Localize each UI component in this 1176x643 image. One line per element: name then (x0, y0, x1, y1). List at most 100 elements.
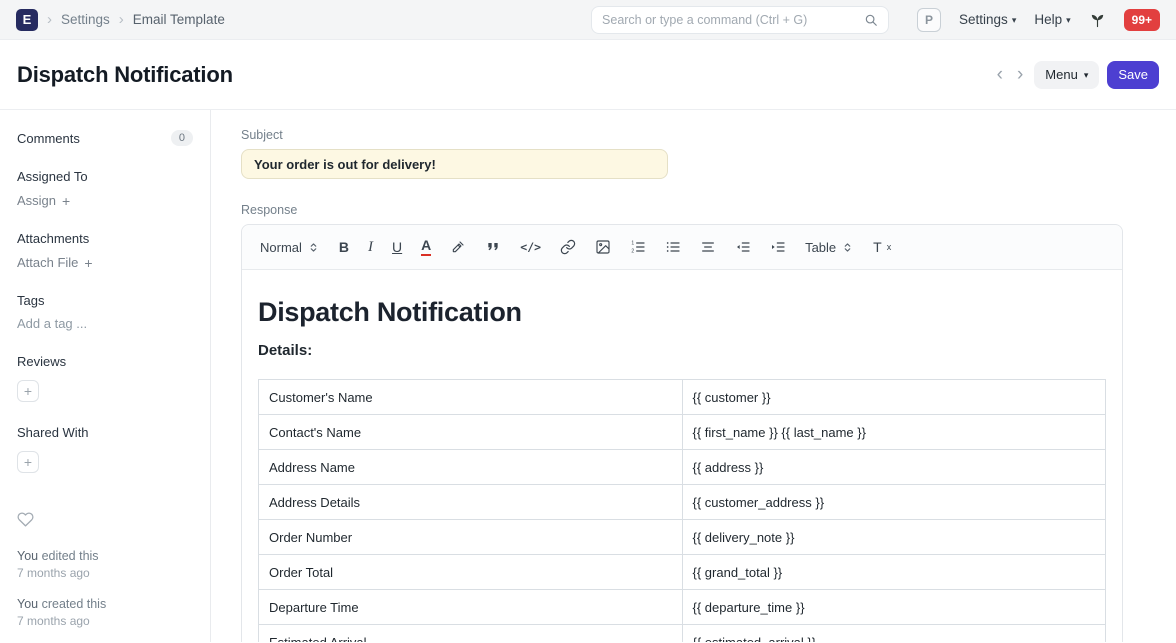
table-menu-label: Table (805, 240, 836, 255)
attachments-label: Attachments (17, 231, 193, 246)
code-button[interactable]: </> (520, 240, 541, 254)
like-button[interactable] (17, 511, 35, 528)
chevron-right-icon: › (47, 11, 52, 28)
field-cell[interactable]: Order Total (259, 555, 683, 590)
search-input[interactable] (602, 13, 856, 27)
field-cell[interactable]: Estimated Arrival (259, 625, 683, 643)
settings-menu-label: Settings (959, 12, 1008, 27)
clear-format-button[interactable]: Tx (873, 239, 891, 255)
svg-text:2: 2 (631, 249, 634, 255)
field-cell[interactable]: Address Name (259, 450, 683, 485)
image-button[interactable] (595, 239, 611, 255)
settings-menu[interactable]: Settings ▾ (959, 12, 1016, 27)
activity-log: You edited this 7 months ago You created… (17, 548, 193, 629)
page-header: Dispatch Notification ‹ › Menu ▾ Save (0, 40, 1176, 110)
subject-input[interactable] (241, 149, 668, 179)
paragraph-style-value: Normal (260, 240, 302, 255)
value-cell[interactable]: {{ delivery_note }} (682, 520, 1106, 555)
subject-label: Subject (241, 128, 1124, 142)
blockquote-button[interactable] (485, 239, 501, 255)
add-tag-input[interactable]: Add a tag ... (17, 316, 193, 331)
editor-toolbar: Normal B I U A (242, 225, 1122, 270)
clear-format-t: T (873, 239, 882, 255)
clear-format-x: x (887, 242, 892, 252)
assign-button[interactable]: Assign + (17, 193, 70, 208)
link-icon (560, 239, 576, 255)
table-row: Estimated Arrival {{ estimated_arrival }… (259, 625, 1106, 643)
table-row: Order Number {{ delivery_note }} (259, 520, 1106, 555)
prev-document-button[interactable]: ‹ (994, 63, 1006, 86)
subject-field: Subject (241, 128, 1124, 179)
activity-actor: You (17, 549, 38, 563)
menu-button[interactable]: Menu ▾ (1034, 61, 1099, 89)
comments-label[interactable]: Comments (17, 131, 80, 146)
field-cell[interactable]: Address Details (259, 485, 683, 520)
breadcrumb-settings[interactable]: Settings (61, 12, 110, 27)
activity-actor: You (17, 597, 38, 611)
paragraph-style-select[interactable]: Normal (260, 240, 320, 255)
outdent-button[interactable] (735, 239, 751, 255)
table-menu[interactable]: Table (805, 240, 854, 255)
response-label: Response (241, 203, 1124, 217)
app-logo-letter: E (23, 12, 32, 27)
top-navbar: E › Settings › Email Template P Settings… (0, 0, 1176, 40)
attach-file-button[interactable]: Attach File + (17, 255, 93, 270)
next-document-button[interactable]: › (1014, 63, 1026, 86)
plus-icon: + (62, 194, 70, 208)
underline-button[interactable]: U (392, 239, 402, 255)
ordered-list-button[interactable]: 1 2 (630, 239, 646, 255)
share-button[interactable]: + (17, 451, 39, 473)
user-avatar[interactable]: P (917, 8, 941, 32)
background-color-button[interactable] (450, 239, 466, 255)
value-cell[interactable]: {{ first_name }} {{ last_name }} (682, 415, 1106, 450)
align-button[interactable] (700, 239, 716, 255)
editor-content[interactable]: Dispatch Notification Details: Customer'… (242, 270, 1122, 642)
bold-button[interactable]: B (339, 239, 349, 255)
breadcrumb-email-template[interactable]: Email Template (133, 12, 225, 27)
plus-icon: + (84, 256, 92, 270)
activity-timestamp: 7 months ago (17, 565, 193, 581)
bullet-list-button[interactable] (665, 239, 681, 255)
value-cell[interactable]: {{ customer }} (682, 380, 1106, 415)
highlighter-icon (450, 239, 466, 255)
field-cell[interactable]: Departure Time (259, 590, 683, 625)
help-menu[interactable]: Help ▾ (1034, 12, 1070, 27)
seedling-icon[interactable] (1089, 11, 1106, 28)
assigned-to-label: Assigned To (17, 169, 193, 184)
table-row: Order Total {{ grand_total }} (259, 555, 1106, 590)
activity-entry: You edited this 7 months ago (17, 548, 193, 581)
rich-text-editor: Normal B I U A (241, 224, 1123, 642)
field-cell[interactable]: Contact's Name (259, 415, 683, 450)
svg-text:1: 1 (631, 241, 634, 247)
font-color-button[interactable]: A (421, 238, 431, 256)
navbar-right-group: P Settings ▾ Help ▾ 99+ (917, 8, 1160, 32)
notifications-badge[interactable]: 99+ (1124, 9, 1160, 31)
italic-button[interactable]: I (368, 239, 373, 256)
document-sidebar: Comments 0 Assigned To Assign + Attachme… (0, 110, 211, 642)
value-cell[interactable]: {{ departure_time }} (682, 590, 1106, 625)
indent-button[interactable] (770, 239, 786, 255)
field-cell[interactable]: Customer's Name (259, 380, 683, 415)
value-cell[interactable]: {{ customer_address }} (682, 485, 1106, 520)
user-avatar-initial: P (925, 13, 933, 27)
value-cell[interactable]: {{ address }} (682, 450, 1106, 485)
help-menu-label: Help (1034, 12, 1062, 27)
field-cell[interactable]: Order Number (259, 520, 683, 555)
save-button[interactable]: Save (1107, 61, 1159, 89)
indent-icon (770, 239, 786, 255)
link-button[interactable] (560, 239, 576, 255)
outdent-icon (735, 239, 751, 255)
quote-icon (485, 239, 501, 255)
shared-with-label: Shared With (17, 425, 193, 440)
value-cell[interactable]: {{ grand_total }} (682, 555, 1106, 590)
add-review-button[interactable]: + (17, 380, 39, 402)
global-search[interactable] (591, 6, 889, 34)
app-logo[interactable]: E (16, 9, 38, 31)
menu-button-label: Menu (1045, 67, 1078, 82)
plus-icon: + (24, 454, 32, 470)
value-cell[interactable]: {{ estimated_arrival }} (682, 625, 1106, 643)
reviews-label: Reviews (17, 354, 193, 369)
updown-arrows-icon (307, 241, 320, 254)
table-row: Departure Time {{ departure_time }} (259, 590, 1106, 625)
heart-icon (17, 511, 35, 528)
